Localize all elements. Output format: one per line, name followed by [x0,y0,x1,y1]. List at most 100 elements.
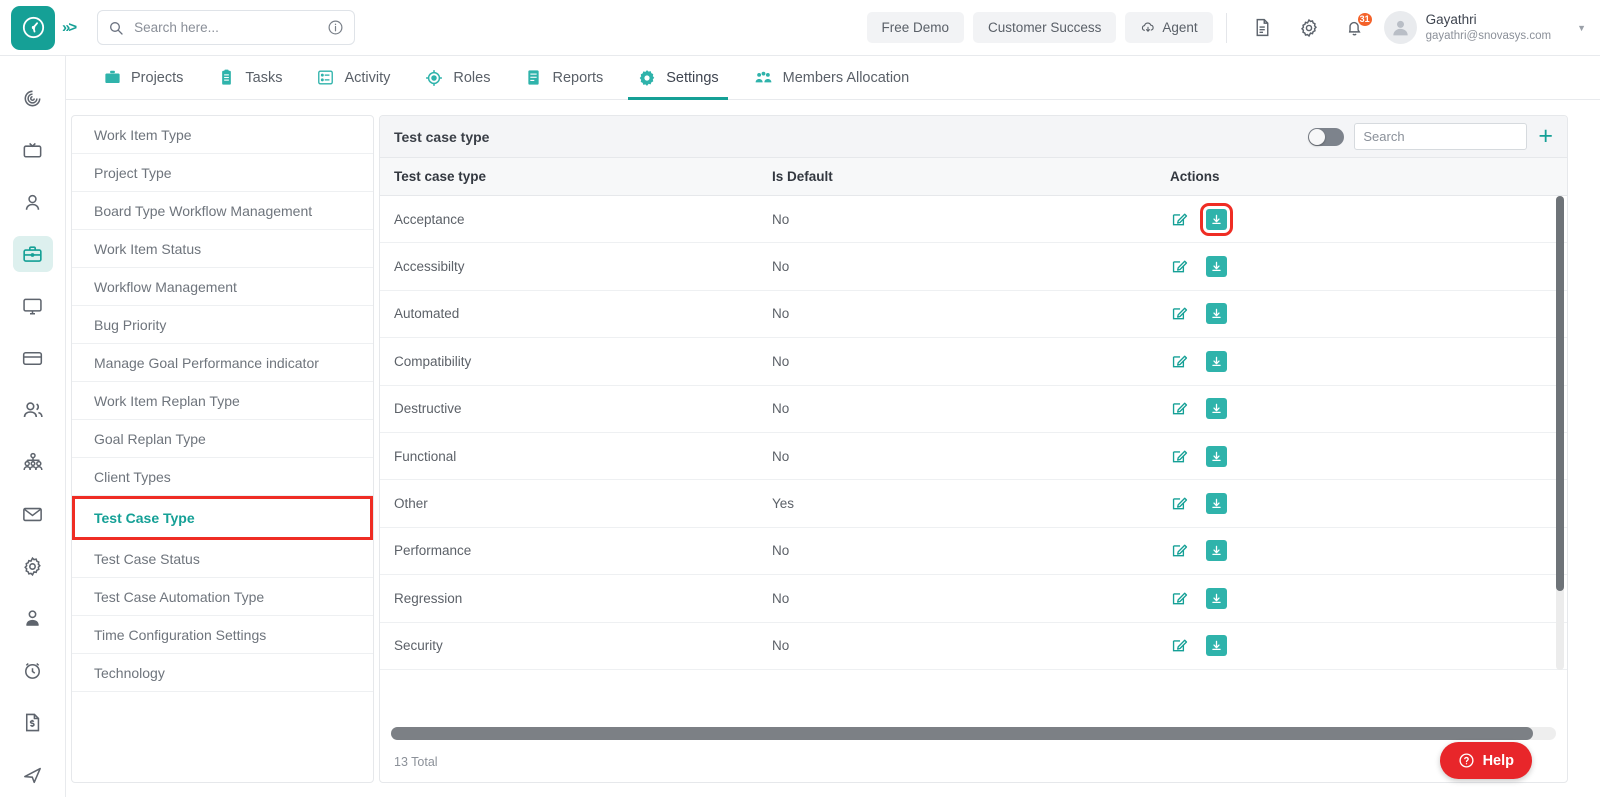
cell-test-case-type: Performance [394,543,472,559]
sidebar-item-spiral-dashboard[interactable] [13,80,53,116]
tab-reports[interactable]: Reports [507,56,620,100]
sidebar-item-credit-card[interactable] [13,340,53,376]
sidebar-item-tv-box[interactable] [13,132,53,168]
edit-pencil-icon[interactable] [1170,636,1189,655]
cell-is-default: No [772,353,790,369]
people-group-icon [755,71,772,83]
clock-logo-icon[interactable] [11,5,55,50]
edit-pencil-icon[interactable] [1170,257,1189,276]
settings-menu-item[interactable]: Work Item Type [72,116,373,154]
help-button[interactable]: Help [1439,742,1532,779]
customer-success-button[interactable]: Customer Success [973,12,1117,43]
global-search[interactable] [97,10,356,45]
free-demo-button[interactable]: Free Demo [866,12,965,43]
user-icon [25,194,40,210]
scrollbar-thumb[interactable] [391,727,1533,740]
cell-test-case-type: Compatibility [394,353,472,369]
sidebar-item-send[interactable] [13,756,53,792]
credit-card-icon [22,351,43,365]
download-icon[interactable] [1206,303,1227,325]
download-icon[interactable] [1206,350,1227,372]
edit-pencil-icon[interactable] [1170,399,1189,418]
sidebar-item-monitor[interactable] [13,288,53,324]
settings-menu-item[interactable]: Client Types [72,458,373,496]
sidebar-item-users[interactable] [13,392,53,428]
download-icon[interactable] [1206,256,1227,278]
edit-pencil-icon[interactable] [1170,210,1189,229]
header-right-cluster: Free Demo Customer Success Agent 31 Gaya… [858,0,1600,56]
user-badge-icon [26,609,39,626]
sidebar-item-alarm-clock[interactable] [13,652,53,688]
cell-is-default: No [772,211,790,227]
column-header-is-default: Is Default [772,169,833,184]
download-icon[interactable] [1206,540,1227,562]
document-icon[interactable] [1248,13,1278,43]
download-icon[interactable] [1206,587,1227,609]
sidebar-item-settings[interactable] [13,548,53,584]
gear-icon [640,69,655,86]
avatar[interactable] [1383,11,1417,44]
toggle-knob [1309,128,1326,145]
sidebar-item-invoice[interactable] [13,704,53,740]
sidebar-item-user[interactable] [13,184,53,220]
bell-icon[interactable]: 31 [1340,11,1373,43]
settings-menu-item[interactable]: Test Case Status [72,540,373,578]
settings-menu-item[interactable]: Bug Priority [72,306,373,344]
settings-menu-item[interactable]: Work Item Replan Type [72,382,373,420]
panel-search-input[interactable] [1354,123,1528,150]
settings-menu-item[interactable]: Board Type Workflow Management [72,192,373,230]
sidebar-item-briefcase[interactable] [12,236,53,272]
scrollbar-track[interactable] [391,727,1556,740]
download-icon[interactable] [1206,445,1227,467]
column-header-actions: Actions [1170,169,1220,184]
edit-pencil-icon[interactable] [1170,541,1189,560]
edit-pencil-icon[interactable] [1170,494,1189,513]
table-row: Other Yes [380,480,1567,528]
cell-test-case-type: Acceptance [394,211,465,227]
horizontal-scrollbar[interactable] [380,725,1567,742]
agent-button[interactable]: Agent [1125,12,1213,43]
download-icon[interactable] [1206,398,1227,420]
gear-icon[interactable] [1294,13,1324,43]
settings-menu-item[interactable]: Test Case Type [72,496,373,540]
settings-menu-item[interactable]: Project Type [72,154,373,192]
settings-menu-item[interactable]: Work Item Status [72,230,373,268]
plus-icon[interactable]: + [1538,124,1553,149]
tab-activity[interactable]: Activity [299,56,407,100]
settings-menu-item[interactable]: Technology [72,654,373,692]
settings-menu-item[interactable]: Goal Replan Type [72,420,373,458]
chevrons-right-icon[interactable]: »> [62,19,77,36]
edit-pencil-icon[interactable] [1170,589,1189,608]
monitor-icon [23,298,42,315]
sidebar-item-org-chart[interactable] [13,444,53,480]
download-icon[interactable] [1206,635,1227,657]
table-row: Acceptance No [380,196,1567,244]
cell-actions [1170,350,1370,372]
header-divider-1 [1225,12,1227,43]
info-circle-icon[interactable] [327,19,344,36]
tab-settings[interactable]: Settings [620,56,735,100]
edit-pencil-icon[interactable] [1170,304,1189,323]
download-icon[interactable] [1200,202,1233,236]
settings-menu-item[interactable]: Manage Goal Performance indicator [72,344,373,382]
settings-menu-item[interactable]: Workflow Management [72,268,373,306]
settings-menu-item[interactable]: Test Case Automation Type [72,578,373,616]
vertical-scrollbar[interactable] [1556,196,1564,670]
sidebar-item-user-badge[interactable] [13,600,53,636]
top-header: »> Free Demo Customer Success Agent [0,0,1600,56]
tab-tasks[interactable]: Tasks [200,56,299,100]
sidebar-item-mail[interactable] [13,496,53,532]
tab-projects[interactable]: Projects [86,56,200,100]
tab-members-allocation[interactable]: Members Allocation [736,56,927,100]
notification-badge: 31 [1356,11,1373,27]
table-row: Automated No [380,291,1567,339]
settings-menu-item[interactable]: Time Configuration Settings [72,616,373,654]
default-filter-toggle[interactable] [1308,127,1345,146]
download-icon[interactable] [1206,493,1227,515]
tab-roles[interactable]: Roles [407,56,507,100]
scrollbar-thumb[interactable] [1556,196,1564,591]
search-input[interactable] [134,20,328,35]
edit-pencil-icon[interactable] [1170,447,1189,466]
chevron-down-icon[interactable]: ▼ [1577,23,1586,33]
edit-pencil-icon[interactable] [1170,352,1189,371]
